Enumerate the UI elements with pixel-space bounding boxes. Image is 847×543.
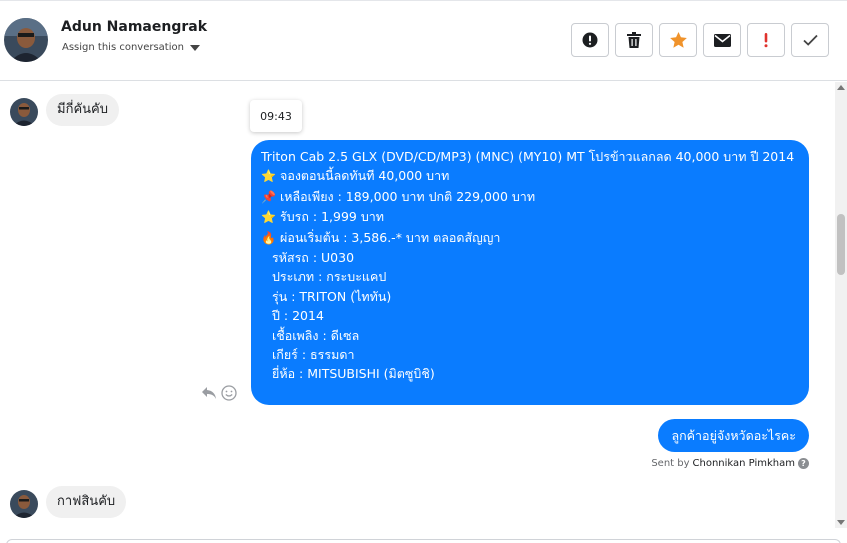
- star-icon: [669, 32, 687, 48]
- thread-scrollbar[interactable]: [835, 82, 847, 528]
- envelope-icon: [713, 33, 731, 47]
- delete-button[interactable]: [615, 23, 653, 57]
- message-actions: [201, 385, 237, 401]
- outgoing-message[interactable]: Triton Cab 2.5 GLX (DVD/CD/MP3) (MNC) (M…: [251, 140, 809, 405]
- star-emoji-icon: ⭐: [261, 169, 276, 184]
- mark-spam-button[interactable]: [571, 23, 609, 57]
- pushpin-emoji-icon: 📌: [261, 189, 276, 204]
- scrollbar-thumb[interactable]: [837, 214, 845, 275]
- message-line: Triton Cab 2.5 GLX (DVD/CD/MP3) (MNC) (M…: [261, 149, 795, 164]
- exclamation-icon: [764, 33, 768, 48]
- react-emoji-icon[interactable]: [221, 385, 237, 401]
- sender-name: Chonnikan Pimkham: [692, 458, 795, 469]
- conversation-window: Adun Namaengrak Assign this conversation: [0, 0, 847, 543]
- chevron-down-icon: [189, 44, 200, 51]
- top-divider: [0, 0, 847, 1]
- assign-conversation-dropdown[interactable]: Assign this conversation: [62, 42, 200, 53]
- message-line: ⭐ จองตอนนี้ลดทันที 40,000 บาท: [261, 166, 799, 186]
- check-icon: [802, 34, 818, 46]
- fire-emoji-icon: 🔥: [261, 230, 276, 245]
- incoming-message[interactable]: กาฟสินคับ: [46, 486, 127, 518]
- follow-up-button[interactable]: [747, 23, 785, 57]
- star-emoji-icon: ⭐: [261, 210, 276, 225]
- message-line: ⭐ รับรถ : 1,999 บาท: [261, 207, 799, 227]
- contact-name: Adun Namaengrak: [61, 19, 208, 35]
- assign-label: Assign this conversation: [62, 42, 184, 53]
- message-line: เชื้อเพลิง : ดีเซล: [272, 327, 360, 343]
- scroll-up-arrow-icon[interactable]: [837, 85, 845, 90]
- sent-by-prefix: Sent by: [651, 458, 690, 469]
- help-icon[interactable]: ?: [798, 458, 809, 469]
- timestamp-tooltip: 09:43: [250, 100, 302, 132]
- message-line: ประเภท : กระบะแคป: [272, 269, 387, 285]
- conversation-header: Adun Namaengrak Assign this conversation: [0, 0, 847, 81]
- message-thread[interactable]: มีกี่คันคับ 09:43 Triton Cab 2.5 GLX (DV…: [0, 82, 835, 540]
- message-line: ปี : 2014: [272, 308, 324, 324]
- message-line: รหัสรถ : U030: [272, 250, 355, 266]
- contact-avatar-small: [10, 490, 38, 518]
- message-line: รุ่น : TRITON (ไททัน): [272, 288, 392, 304]
- message-line: 📌 เหลือเพียง : 189,000 บาท ปกติ 229,000 บ…: [261, 187, 799, 207]
- incoming-message[interactable]: มีกี่คันคับ: [46, 94, 119, 126]
- mark-unread-button[interactable]: [703, 23, 741, 57]
- reply-icon[interactable]: [201, 386, 217, 400]
- scroll-down-arrow-icon[interactable]: [837, 520, 845, 525]
- message-composer[interactable]: [6, 539, 841, 543]
- conversation-actions: [571, 23, 829, 57]
- message-line: ยี่ห้อ : MITSUBISHI (มิตซูบิชิ): [272, 366, 435, 382]
- sent-by-info: Sent by Chonnikan Pimkham ?: [651, 458, 809, 469]
- mark-done-button[interactable]: [791, 23, 829, 57]
- trash-icon: [627, 32, 641, 48]
- contact-avatar[interactable]: [4, 18, 48, 62]
- star-button[interactable]: [659, 23, 697, 57]
- outgoing-message[interactable]: ลูกค้าอยู่จังหวัดอะไรคะ: [658, 419, 809, 452]
- exclamation-circle-icon: [582, 32, 598, 48]
- message-line: 🔥 ผ่อนเริ่มต้น : 3,586.-* บาท ตลอดสัญญา: [261, 228, 799, 248]
- contact-avatar-small: [10, 98, 38, 126]
- message-line: เกียร์ : ธรรมดา: [272, 347, 355, 363]
